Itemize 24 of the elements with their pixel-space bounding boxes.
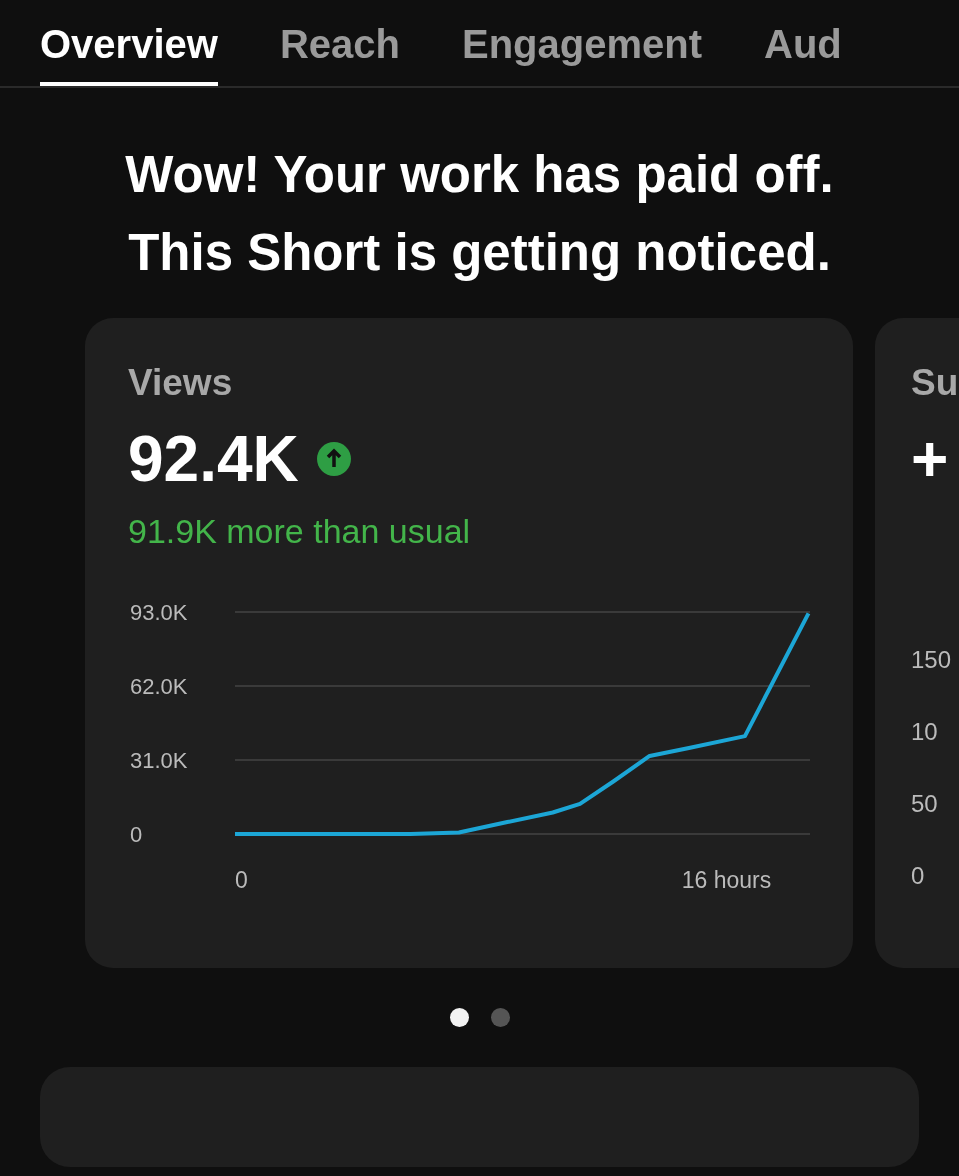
page-dot[interactable] (490, 1008, 510, 1027)
metric-card[interactable]: Su + 150 10 50 0 (875, 318, 959, 968)
trend-note: 91.9K more than usual (128, 512, 471, 551)
page-dot[interactable] (449, 1008, 469, 1027)
axis-label: 50 (911, 790, 939, 818)
headline: Wow! Your work has paid off. This Short is getting noticed. (124, 145, 835, 283)
axis-label: 0 (911, 862, 926, 890)
metric-value: + (911, 422, 949, 496)
axis-label: 16 hours (681, 867, 772, 893)
axis-label: 31.0K (130, 748, 188, 773)
axis-label: 10 (911, 718, 939, 746)
card-title: Su (911, 362, 959, 404)
axis-label: 93.0K (130, 600, 188, 625)
card-title: Views (128, 362, 233, 404)
axis-label: 0 (130, 822, 143, 847)
metric-value: 92.4K (128, 422, 299, 496)
views-card[interactable]: Views 92.4K 91.9K more than usual 93.0K 62.0K 31.0K 0 0 16 hours (85, 318, 853, 968)
tab[interactable]: Reach (279, 0, 400, 86)
axis-label: 62.0K (130, 674, 188, 699)
tab[interactable]: Aud (764, 0, 842, 86)
axis-label: 0 (235, 867, 248, 893)
tab[interactable]: Overview (40, 0, 218, 86)
axis-label: 150 (911, 646, 953, 674)
tab[interactable]: Engagement (461, 0, 702, 86)
